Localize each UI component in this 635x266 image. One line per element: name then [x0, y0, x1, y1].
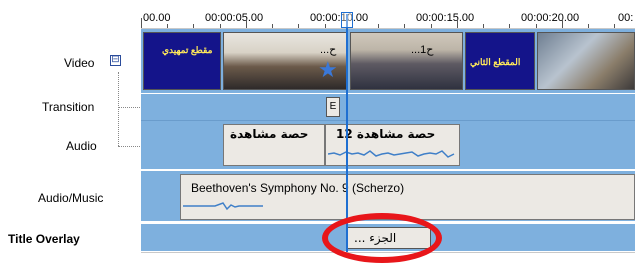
video-clip-5[interactable] [537, 32, 635, 90]
video-clip-title: مقطع تمهيدي [162, 45, 213, 55]
ruler-tick-label: 00:00:20.00 [521, 12, 580, 24]
ruler-tick [220, 24, 221, 28]
ruler-tick [483, 24, 484, 28]
track-label-audio: Audio [66, 139, 97, 153]
tree-connector-audio [118, 146, 140, 147]
timeline-ruler[interactable]: 00.00 00:00:05.00 00:00:10.00 00:00:15.0… [141, 0, 635, 29]
music-clip[interactable]: Beethoven's Symphony No. 9 (Scherzo) [180, 174, 635, 220]
video-clip-caption: ...ح [320, 44, 337, 56]
video-clip-title: المقطع الثاني [470, 57, 521, 67]
audio-clip-label: حصة مشاهدة [230, 127, 309, 141]
highlight-circle [322, 213, 442, 263]
ruler-tick [141, 18, 142, 28]
video-clip-intro[interactable]: مقطع تمهيدي [143, 32, 221, 90]
audio-clip-1[interactable]: حصة مشاهدة [223, 124, 325, 166]
ruler-tick [298, 24, 299, 28]
transition-star-icon: ★ [318, 57, 338, 82]
music-waveform [183, 202, 263, 211]
ruler-tick-label: 00:00:10.00 [310, 12, 369, 24]
transition-marker[interactable]: E [326, 97, 340, 117]
ruler-tick [272, 24, 273, 28]
ruler-tick [457, 18, 458, 28]
ruler-tick [404, 24, 405, 28]
ruler-tick [562, 18, 563, 28]
ruler-tick [614, 24, 615, 28]
video-clip-2[interactable]: ...ح ★ [223, 32, 348, 90]
ruler-tick [246, 18, 247, 28]
ruler-tick [325, 24, 326, 28]
collapse-video-icon[interactable]: ⊟ [110, 55, 121, 66]
ruler-tick [509, 24, 510, 28]
video-clip-section2[interactable]: المقطع الثاني [465, 32, 535, 90]
ruler-tick [378, 24, 379, 28]
ruler-tick [588, 24, 589, 28]
ruler-tick [431, 24, 432, 28]
tree-connector-transition [118, 107, 140, 108]
track-label-transition: Transition [42, 100, 95, 114]
track-header-panel: Video ⊟ Transition Audio Audio/Music Tit… [0, 0, 141, 266]
ruler-tick-label: 00:00:15.00 [416, 12, 475, 24]
audio-clip-label: 1حصة مشاهدة 2 [336, 127, 436, 141]
ruler-tick [193, 24, 194, 28]
ruler-tick [167, 24, 168, 28]
ruler-tick-label: 00.00 [143, 12, 171, 24]
playhead-handle[interactable] [341, 12, 353, 28]
track-label-music: Audio/Music [38, 191, 104, 205]
ruler-tick-label: 00: [618, 12, 634, 24]
track-label-title-overlay: Title Overlay [8, 232, 80, 246]
tree-connector [118, 72, 119, 146]
ruler-tick-label: 00:00:05.00 [205, 12, 264, 24]
music-clip-label: Beethoven's Symphony No. 9 (Scherzo) [191, 181, 405, 195]
track-label-video: Video [64, 56, 95, 70]
ruler-tick [536, 24, 537, 28]
transition-track[interactable] [141, 94, 635, 121]
video-clip-3[interactable]: ...1ح [350, 32, 463, 90]
video-clip-caption: ...1ح [411, 44, 434, 56]
